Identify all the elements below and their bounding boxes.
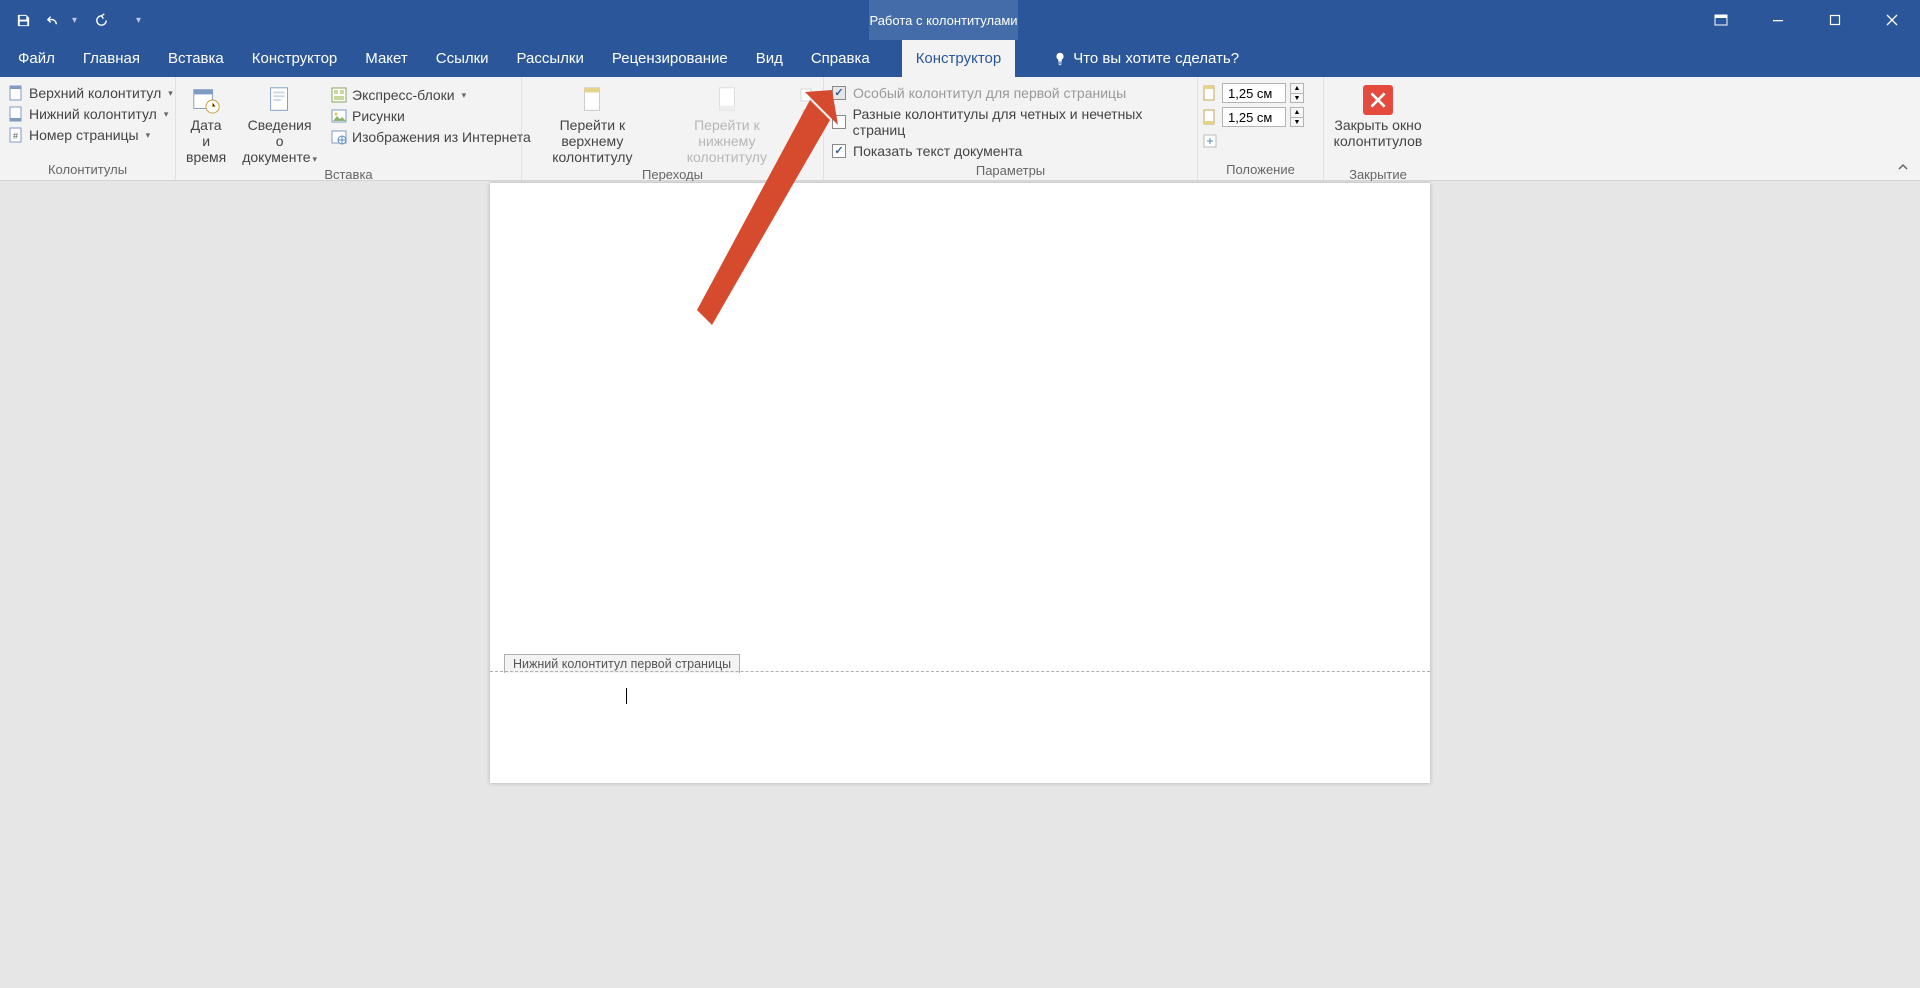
group-label-headers: Колонтитулы	[4, 160, 171, 180]
ribbon-display-options-icon[interactable]	[1692, 0, 1749, 40]
redo-icon[interactable]	[90, 9, 112, 31]
tab-review[interactable]: Рецензирование	[598, 40, 742, 77]
spinner-down[interactable]: ▼	[1290, 93, 1304, 103]
pictures-button[interactable]: Рисунки	[327, 106, 535, 126]
online-pictures-icon	[331, 129, 347, 145]
online-pictures-button[interactable]: Изображения из Интернета	[327, 127, 535, 147]
tab-header-footer-design[interactable]: Конструктор	[902, 40, 1016, 77]
different-first-page-checkbox[interactable]: Особый колонтитул для первой страницы	[828, 83, 1193, 103]
link-previous-icon	[799, 129, 815, 145]
checkbox-icon	[832, 144, 846, 158]
next-icon	[799, 108, 815, 124]
date-time-icon	[190, 85, 222, 115]
spinner-up[interactable]: ▲	[1290, 107, 1304, 117]
ribbon-tabs: Файл Главная Вставка Конструктор Макет С…	[0, 40, 1920, 77]
qat-customize-dropdown[interactable]: ▾	[136, 15, 146, 26]
group-label-position: Положение	[1202, 160, 1319, 180]
next-section-button	[795, 106, 819, 126]
pictures-icon	[331, 108, 347, 124]
page-number-icon: #	[8, 127, 24, 143]
page-number-button[interactable]: # Номер страницы▾	[4, 125, 177, 145]
checkbox-icon	[832, 115, 846, 129]
header-from-top-input[interactable]: 1,25 см ▲▼	[1202, 83, 1304, 103]
ribbon: Верхний колонтитул▾ Нижний колонтитул▾ #…	[0, 77, 1920, 181]
go-to-footer-icon	[711, 85, 743, 115]
quick-parts-button[interactable]: Экспресс-блоки▾	[327, 85, 535, 105]
minimize-button[interactable]	[1749, 0, 1806, 40]
tab-home[interactable]: Главная	[69, 40, 154, 77]
spinner-up[interactable]: ▲	[1290, 83, 1304, 93]
show-document-text-checkbox[interactable]: Показать текст документа	[828, 141, 1193, 161]
group-label-options: Параметры	[828, 161, 1193, 181]
tab-file[interactable]: Файл	[4, 40, 69, 77]
maximize-button[interactable]	[1806, 0, 1863, 40]
save-icon[interactable]	[12, 9, 34, 31]
contextual-tab-title: Работа с колонтитулами	[869, 0, 1018, 40]
tab-design[interactable]: Конструктор	[238, 40, 352, 77]
lightbulb-icon	[1053, 52, 1067, 66]
go-to-footer-button: Перейти к нижнемуколонтитулу	[663, 81, 791, 165]
close-button[interactable]	[1863, 0, 1920, 40]
document-page[interactable]: Нижний колонтитул первой страницы	[490, 183, 1430, 783]
title-bar: ▾ ▾ Документ1 - Word Работа с колонтитул…	[0, 0, 1920, 40]
tab-view[interactable]: Вид	[742, 40, 797, 77]
different-odd-even-checkbox[interactable]: Разные колонтитулы для четных и нечетных…	[828, 104, 1193, 140]
footer-button[interactable]: Нижний колонтитул▾	[4, 104, 177, 124]
undo-icon[interactable]	[42, 9, 64, 31]
tab-help[interactable]: Справка	[797, 40, 884, 77]
close-header-footer-button[interactable]: Закрыть окноколонтитулов	[1328, 81, 1429, 165]
insert-alignment-tab-button[interactable]	[1202, 131, 1304, 151]
tab-mailings[interactable]: Рассылки	[503, 40, 598, 77]
previous-section-button	[795, 85, 819, 105]
header-position-icon	[1202, 85, 1218, 101]
previous-icon	[799, 87, 815, 103]
header-button[interactable]: Верхний колонтитул▾	[4, 83, 177, 103]
link-to-previous-button	[795, 127, 819, 147]
spinner-down[interactable]: ▼	[1290, 117, 1304, 127]
footer-from-bottom-input[interactable]: 1,25 см ▲▼	[1202, 107, 1304, 127]
tab-layout[interactable]: Макет	[351, 40, 421, 77]
tell-me-label: Что вы хотите сделать?	[1073, 50, 1239, 67]
qat-undo-dropdown[interactable]: ▾	[72, 15, 82, 26]
close-hf-icon	[1363, 85, 1393, 115]
go-to-header-button[interactable]: Перейти к верхнемуколонтитулу	[526, 81, 659, 165]
document-info-icon	[264, 85, 296, 115]
svg-text:#: #	[13, 131, 18, 141]
footer-position-icon	[1202, 109, 1218, 125]
document-workspace[interactable]: Нижний колонтитул первой страницы	[0, 181, 1920, 988]
collapse-ribbon-button[interactable]	[1894, 158, 1912, 176]
date-time-button[interactable]: Дата ивремя	[180, 81, 232, 165]
document-info-button[interactable]: Сведения одокументе▾	[236, 81, 323, 165]
text-cursor	[626, 688, 627, 704]
tell-me-search[interactable]: Что вы хотите сделать?	[1045, 40, 1253, 77]
tab-references[interactable]: Ссылки	[422, 40, 503, 77]
tab-insert[interactable]: Вставка	[154, 40, 238, 77]
quick-parts-icon	[331, 87, 347, 103]
footer-separator	[490, 671, 1430, 672]
header-icon	[8, 85, 24, 101]
go-to-header-icon	[576, 85, 608, 115]
checkbox-icon	[832, 86, 846, 100]
alignment-tab-icon	[1202, 133, 1218, 149]
footer-icon	[8, 106, 24, 122]
